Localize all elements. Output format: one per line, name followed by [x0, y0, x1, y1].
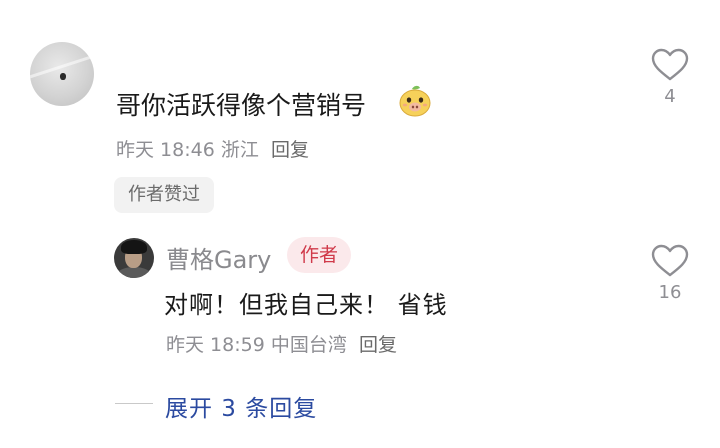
reply-location: 中国台湾: [270, 334, 347, 356]
comment-reply-button[interactable]: 回复: [271, 139, 309, 161]
avatar-detail: [121, 240, 147, 254]
heart-icon[interactable]: [651, 48, 689, 82]
expand-divider: [115, 403, 153, 404]
commenter-avatar[interactable]: [30, 42, 94, 106]
comment-meta: 昨天 18:46 浙江 回复: [116, 135, 309, 162]
reply-meta: 昨天 18:59 中国台湾 回复: [166, 330, 397, 357]
heart-icon[interactable]: [651, 244, 689, 278]
reply-reply-button[interactable]: 回复: [359, 334, 397, 356]
expand-replies-button[interactable]: 展开 3 条回复: [165, 389, 317, 423]
comment-like-count: 4: [664, 86, 676, 107]
reply-time: 昨天 18:59: [166, 334, 265, 356]
reply-like-button[interactable]: 16: [640, 244, 700, 303]
author-liked-badge: 作者赞过: [114, 177, 214, 213]
comment-time: 昨天 18:46: [116, 139, 215, 161]
author-badge: 作者: [287, 237, 351, 273]
reply-like-count: 16: [658, 282, 682, 303]
avatar-detail: [116, 267, 152, 278]
reply-text: 对啊！但我自己来！ 省钱: [164, 291, 448, 319]
avatar-detail: [60, 73, 66, 80]
reply-user-avatar[interactable]: [114, 238, 154, 278]
comment-text: 哥你活跃得像个营销号: [116, 91, 367, 120]
reply-username[interactable]: 曹格Gary: [166, 240, 271, 275]
comment-location: 浙江: [220, 139, 259, 161]
comment-like-button[interactable]: 4: [640, 48, 700, 107]
pig-face-emoji-icon: [399, 85, 431, 117]
